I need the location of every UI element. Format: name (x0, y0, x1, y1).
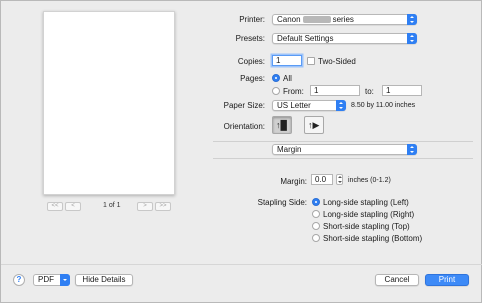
margin-stepper[interactable] (336, 174, 343, 185)
margin-input[interactable]: 0.0 (311, 174, 333, 185)
paper-size-label: Paper Size: (223, 101, 265, 110)
presets-select[interactable]: Default Settings (272, 33, 417, 44)
chevron-updown-icon (407, 33, 417, 44)
two-sided-label: Two-Sided (318, 57, 356, 66)
pages-range-radio[interactable] (272, 87, 280, 95)
chevron-down-icon (60, 274, 70, 286)
stapling-radio-long-left[interactable] (312, 198, 320, 206)
help-button[interactable]: ? (13, 274, 25, 286)
copies-label: Copies: (237, 57, 265, 66)
section-divider-top (213, 141, 473, 142)
previous-page-icon[interactable]: < (65, 202, 81, 211)
from-input[interactable]: 1 (310, 85, 360, 96)
copies-input[interactable]: 1 (272, 55, 302, 66)
chevron-updown-icon (407, 14, 417, 25)
stapling-option-short-bottom: Short-side stapling (Bottom) (323, 234, 423, 243)
page-indicator: 1 of 1 (103, 202, 121, 209)
stapling-radio-short-top[interactable] (312, 222, 320, 230)
pages-all-label: All (283, 74, 292, 83)
chevron-updown-icon (336, 100, 346, 111)
paper-size-select[interactable]: US Letter (272, 100, 346, 111)
redacted-model (302, 16, 331, 23)
paper-dimensions: 8.50 by 11.00 inches (351, 102, 416, 109)
section-divider-bottom (213, 158, 473, 159)
margin-unit: inches (0-1.2) (348, 177, 391, 184)
page-preview (43, 11, 175, 195)
orientation-label: Orientation: (223, 122, 265, 131)
preview-pager: << < 1 of 1 > >> (47, 202, 177, 212)
section-value: Margin (277, 145, 302, 154)
two-sided-checkbox[interactable] (307, 57, 315, 65)
to-label: to: (365, 87, 374, 96)
printer-select[interactable]: Canon series (272, 14, 417, 25)
stapling-option-short-top: Short-side stapling (Top) (323, 222, 410, 231)
last-page-icon[interactable]: >> (155, 202, 171, 211)
stapling-radio-long-right[interactable] (312, 210, 320, 218)
orientation-portrait-button[interactable]: ↑█ (272, 116, 292, 134)
stapling-option-long-left: Long-side stapling (Left) (323, 198, 409, 207)
print-dialog: << < 1 of 1 > >> Printer: Canon series Pr… (0, 0, 482, 303)
stapling-label: Stapling Side: (257, 198, 307, 207)
landscape-icon: ↑▶ (308, 120, 320, 130)
pdf-label: PDF (38, 275, 54, 284)
pdf-menu-button[interactable]: PDF (33, 274, 70, 286)
hide-details-button[interactable]: Hide Details (75, 274, 133, 286)
next-page-icon[interactable]: > (137, 202, 153, 211)
from-label: From: (283, 87, 304, 96)
printer-name-prefix: Canon (277, 15, 301, 24)
stapling-radio-short-bottom[interactable] (312, 234, 320, 242)
to-input[interactable]: 1 (382, 85, 422, 96)
printer-name-suffix: series (332, 15, 354, 24)
presets-label: Presets: (235, 34, 265, 43)
paper-size-value: US Letter (277, 101, 311, 110)
section-select[interactable]: Margin (272, 144, 417, 155)
stapling-option-long-right: Long-side stapling (Right) (323, 210, 415, 219)
presets-value: Default Settings (277, 34, 334, 43)
printer-label: Printer: (239, 15, 265, 24)
cancel-button[interactable]: Cancel (375, 274, 419, 286)
pages-all-radio[interactable] (272, 74, 280, 82)
chevron-updown-icon (407, 144, 417, 155)
first-page-icon[interactable]: << (47, 202, 63, 211)
pages-label: Pages: (240, 74, 265, 83)
orientation-landscape-button[interactable]: ↑▶ (304, 116, 324, 134)
bottom-divider (1, 264, 482, 265)
margin-label: Margin: (280, 177, 307, 186)
print-button[interactable]: Print (425, 274, 469, 286)
portrait-icon: ↑█ (276, 120, 287, 130)
